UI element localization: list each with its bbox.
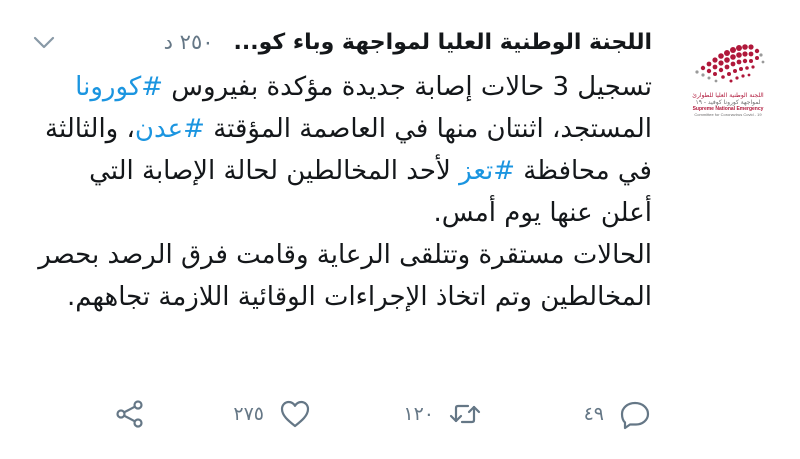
tweet-card[interactable]: اللجنة الوطنية العليا للطوارئ لمواجهة كو…	[0, 0, 800, 459]
chevron-down-icon[interactable]	[30, 28, 58, 56]
author-name[interactable]: اللجنة الوطنية العليا لمواجهة وباء كو...	[234, 30, 652, 55]
hashtag-link[interactable]: #كورونا	[75, 72, 163, 102]
retweet-count: ١٢٠	[403, 403, 434, 425]
avatar-title-ar: اللجنة الوطنية العليا للطوارئ	[692, 92, 764, 99]
heart-icon	[280, 400, 310, 428]
reply-icon	[620, 401, 650, 430]
tweet-actions: ٤٩ ١٢٠ ٢٧٥	[110, 392, 652, 436]
hashtag-link[interactable]: #عدن	[135, 114, 205, 144]
reply-button[interactable]: ٤٩	[584, 392, 652, 436]
like-count: ٢٧٥	[233, 403, 264, 425]
hashtag-link[interactable]: #تعز	[459, 156, 515, 186]
avatar-subtitle-en: Committee for Coronavirus Covid - 19	[694, 112, 762, 117]
tweet-timestamp[interactable]: ٢٥٠ د	[164, 30, 214, 54]
retweet-icon	[449, 404, 481, 424]
tweet-header: اللجنة الوطنية العليا لمواجهة وباء كو...…	[30, 24, 652, 60]
tweet-text-segment: تسجيل 3 حالات إصابة جديدة مؤكدة بفيروس	[163, 72, 652, 102]
share-icon	[116, 400, 143, 428]
committee-logo-icon	[695, 44, 765, 83]
avatar[interactable]: اللجنة الوطنية العليا للطوارئ لمواجهة كو…	[678, 38, 778, 138]
retweet-button[interactable]: ١٢٠	[403, 392, 482, 436]
like-button[interactable]: ٢٧٥	[233, 392, 312, 436]
share-button[interactable]	[113, 392, 147, 436]
avatar-subtitle-ar: لمواجهة كورونا كوفيد - ١٩	[695, 99, 761, 106]
reply-count: ٤٩	[583, 403, 604, 425]
tweet-text: تسجيل 3 حالات إصابة جديدة مؤكدة بفيروس #…	[30, 66, 652, 318]
tweet-paragraph-2: الحالات مستقرة وتتلقى الرعاية وقامت فرق …	[38, 240, 652, 312]
tweet-paragraph-1: تسجيل 3 حالات إصابة جديدة مؤكدة بفيروس #…	[30, 66, 652, 234]
tweet-text-segment: المستجد، اثنتان منها في العاصمة المؤقتة	[204, 114, 652, 144]
